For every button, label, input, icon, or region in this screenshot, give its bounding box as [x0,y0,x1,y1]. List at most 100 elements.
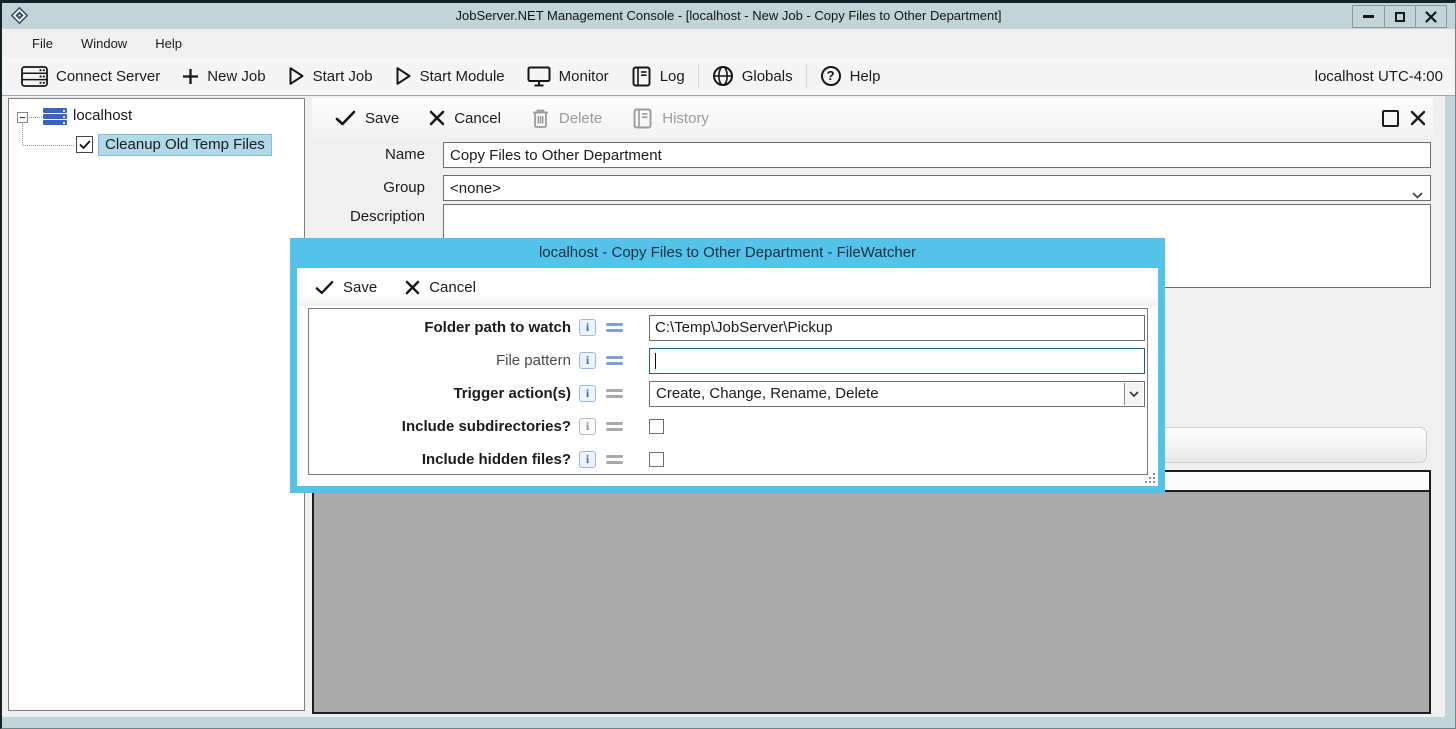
close-button[interactable] [1415,6,1446,27]
connect-server-label: Connect Server [56,68,160,85]
globals-button[interactable]: Globals [701,57,804,95]
titlebar: JobServer.NET Management Console - [loca… [2,3,1455,29]
trigger-actions-select[interactable]: Create, Change, Rename, Delete [649,381,1145,407]
panel-close-button[interactable] [1407,107,1429,129]
tree-collapse-toggle[interactable] [17,112,28,123]
log-label: Log [660,68,685,85]
include-hidden-files-label: Include hidden files? [309,451,579,468]
server-tree-panel: localhost Cleanup Old Temp Files [8,98,305,711]
connect-server-button[interactable]: Connect Server [10,57,171,95]
application-window: JobServer.NET Management Console - [loca… [0,0,1456,729]
assign-toggle-icon[interactable] [606,386,623,401]
tree-connector [23,145,74,146]
info-icon[interactable]: i [579,451,596,468]
job-name-input[interactable] [443,142,1431,168]
check-icon [315,280,334,295]
monitor-label: Monitor [559,68,609,85]
job-history-label: History [662,110,709,127]
close-icon [1425,11,1437,23]
job-save-label: Save [365,110,399,127]
trash-icon [531,108,550,129]
dialog-body: Save Cancel Folder path to watch i File … [297,268,1158,486]
info-icon[interactable]: i [579,352,596,369]
window-controls [1352,5,1447,28]
monitor-icon [527,66,551,87]
dialog-cancel-button[interactable]: Cancel [393,279,488,296]
start-job-label: Start Job [313,68,373,85]
info-icon[interactable]: i [579,319,596,336]
job-save-button[interactable]: Save [322,98,412,138]
x-icon [429,110,445,126]
start-job-button[interactable]: Start Job [277,57,384,95]
assign-toggle-icon[interactable] [606,419,623,434]
menu-window[interactable]: Window [71,32,137,55]
toolbar: Connect Server New Job Start Job Start M… [2,57,1455,96]
include-subdirectories-checkbox[interactable] [649,419,664,434]
start-module-button[interactable]: Start Module [384,57,516,95]
triggers-list-body [314,492,1429,712]
chevron-down-icon [1412,186,1423,203]
help-button[interactable]: ? Help [809,57,892,95]
text-caret [655,353,656,369]
folder-path-label: Folder path to watch [309,319,579,336]
globe-icon [712,65,734,87]
maximize-icon [1395,12,1405,22]
folder-path-input[interactable] [649,315,1145,341]
toolbar-separator [698,64,699,88]
dialog-title: localhost - Copy Files to Other Departme… [290,238,1165,268]
help-icon: ? [820,65,842,87]
assign-toggle-icon[interactable] [606,452,623,467]
job-delete-button[interactable]: Delete [518,98,615,138]
play-icon [395,66,412,86]
chevron-down-icon [1124,383,1143,405]
job-enabled-checkbox[interactable] [76,136,93,153]
help-label: Help [850,68,881,85]
group-label: Group [312,179,437,196]
file-pattern-input[interactable] [649,348,1145,374]
include-subdirectories-label: Include subdirectories? [309,418,579,435]
menu-file[interactable]: File [22,32,63,55]
job-cancel-label: Cancel [454,110,501,127]
maximize-button[interactable] [1384,6,1415,27]
globals-label: Globals [742,68,793,85]
tree-node-localhost[interactable]: localhost [73,107,132,124]
info-icon[interactable]: i [579,418,596,435]
log-book-icon [631,66,652,87]
start-module-label: Start Module [420,68,505,85]
log-button[interactable]: Log [620,57,696,95]
minimize-icon [1363,15,1374,18]
toolbar-separator [806,64,807,88]
monitor-button[interactable]: Monitor [516,57,620,95]
file-pattern-label: File pattern [309,352,579,369]
assign-toggle-icon[interactable] [606,353,623,368]
panel-maximize-button[interactable] [1379,107,1401,129]
menu-help[interactable]: Help [145,32,192,55]
minimize-button[interactable] [1353,6,1384,27]
history-book-icon [632,108,653,129]
job-cancel-button[interactable]: Cancel [416,98,514,138]
new-job-label: New Job [207,68,265,85]
name-label: Name [312,146,437,163]
tree-connector [29,117,42,118]
maximize-icon [1382,110,1399,127]
include-hidden-files-checkbox[interactable] [649,452,664,467]
server-node-icon [43,108,67,126]
new-job-button[interactable]: New Job [171,57,276,95]
server-icon [21,66,48,87]
job-group-select[interactable]: <none> [443,175,1431,201]
dialog-save-label: Save [343,279,377,296]
plus-icon [182,68,199,85]
triggers-list [312,470,1431,714]
job-history-button[interactable]: History [619,98,722,138]
assign-toggle-icon[interactable] [606,320,623,335]
dialog-resize-grip[interactable] [1144,472,1156,484]
dialog-save-button[interactable]: Save [303,279,389,296]
tree-node-job-selected[interactable]: Cleanup Old Temp Files [98,134,272,156]
info-icon[interactable]: i [579,385,596,402]
trigger-actions-value: Create, Change, Rename, Delete [656,385,879,402]
field-row-file-pattern: File pattern i [309,344,1147,377]
close-icon [1410,110,1426,126]
menubar: File Window Help [2,29,1455,57]
check-icon [79,140,91,150]
check-icon [335,110,356,126]
